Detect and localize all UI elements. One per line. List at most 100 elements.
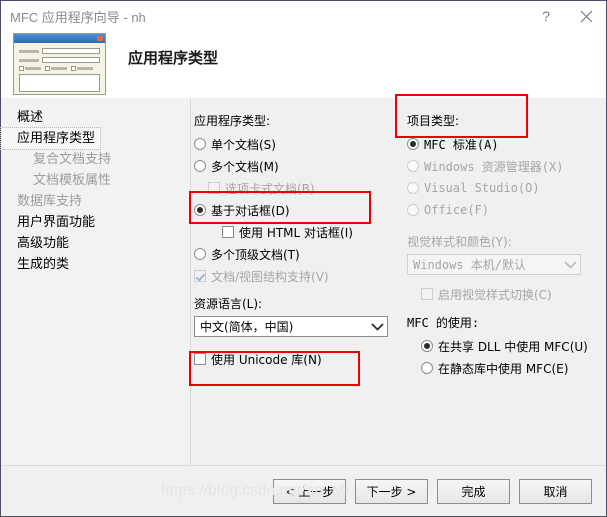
visual-style-dropdown: Windows 本机/默认	[407, 254, 581, 275]
option-label: Office(F)	[424, 203, 490, 217]
title-bar: MFC 应用程序向导 - nh ?	[1, 1, 606, 31]
option-visual-studio: Visual Studio(O)	[407, 177, 606, 199]
sidebar-item-overview[interactable]: 概述	[1, 107, 190, 128]
radio-icon	[407, 204, 419, 216]
application-type-column: 应用程序类型: 单个文档(S) 多个文档(M) 选项卡式文档(B) 基于对话框(…	[189, 98, 401, 465]
option-mfc-shared-dll[interactable]: 在共享 DLL 中使用 MFC(U)	[407, 335, 606, 357]
checkbox-icon[interactable]	[222, 226, 234, 238]
preview-close-icon	[97, 36, 103, 41]
option-label: 选项卡式文档(B)	[225, 181, 315, 196]
checkbox-icon[interactable]	[194, 353, 206, 365]
preview-checkbox-box	[19, 66, 24, 71]
option-enable-style-switching: 启用视觉样式切换(C)	[407, 283, 606, 305]
option-label: 多个顶级文档(T)	[211, 247, 300, 262]
option-label: 多个文档(M)	[211, 159, 279, 174]
wizard-sidebar: 概述 应用程序类型 复合文档支持 文档模板属性 数据库支持 用户界面功能 高级功…	[0, 98, 191, 465]
preview-body	[14, 43, 105, 94]
radio-icon[interactable]	[421, 362, 433, 374]
wizard-content: 应用程序类型: 单个文档(S) 多个文档(M) 选项卡式文档(B) 基于对话框(…	[189, 94, 606, 465]
checkbox-icon	[194, 270, 206, 282]
option-tabbed-documents: 选项卡式文档(B)	[194, 177, 401, 199]
help-icon[interactable]: ?	[526, 1, 566, 31]
chevron-down-icon	[560, 260, 580, 269]
sidebar-item-ui-features[interactable]: 用户界面功能	[1, 212, 190, 233]
option-label: 使用 Unicode 库(N)	[211, 352, 322, 367]
resource-language-dropdown[interactable]: 中文(简体，中国)	[194, 316, 388, 337]
option-dialog-based[interactable]: 基于对话框(D)	[194, 199, 401, 221]
preview-checkbox	[45, 66, 67, 71]
radio-icon[interactable]	[194, 248, 206, 260]
header-band: 应用程序类型	[1, 31, 606, 98]
mfc-use-group-label: MFC 的使用:	[407, 316, 480, 330]
preview-textarea	[19, 74, 100, 92]
preview-input	[42, 57, 100, 63]
option-multiple-documents[interactable]: 多个文档(M)	[194, 155, 401, 177]
preview-checkbox-label	[51, 67, 67, 70]
visual-style-value: Windows 本机/默认	[413, 258, 527, 272]
app-type-group-label: 应用程序类型:	[194, 114, 271, 128]
radio-icon	[407, 160, 419, 172]
sidebar-item-generated-classes[interactable]: 生成的类	[1, 254, 190, 275]
option-multiple-top-level[interactable]: 多个顶级文档(T)	[194, 243, 401, 265]
wizard-footer: https://blog.csdn.net/aa_Mr < 上一步 下一步 > …	[1, 465, 606, 516]
option-label: Visual Studio(O)	[424, 181, 540, 195]
visual-style-label: 视觉样式和颜色(Y):	[407, 235, 512, 249]
sidebar-item-app-type[interactable]: 应用程序类型	[0, 127, 102, 150]
dialog-preview-thumbnail	[13, 33, 106, 95]
title-bar-buttons: ?	[526, 1, 606, 31]
option-label: 单个文档(S)	[211, 137, 276, 152]
option-single-document[interactable]: 单个文档(S)	[194, 133, 401, 155]
preview-field-row	[19, 57, 100, 63]
cancel-button[interactable]: 取消	[519, 478, 592, 504]
preview-checkbox-box	[71, 66, 76, 71]
radio-icon	[407, 182, 419, 194]
project-type-column: 项目类型: MFC 标准(A) Windows 资源管理器(X) Visual …	[395, 94, 606, 465]
preview-checkbox-box	[45, 66, 50, 71]
preview-field-row	[19, 48, 100, 54]
sidebar-item-advanced[interactable]: 高级功能	[1, 233, 190, 254]
preview-checkbox-row	[19, 66, 100, 71]
preview-titlebar	[14, 34, 105, 43]
option-use-html-dialog[interactable]: 使用 HTML 对话框(I)	[194, 221, 401, 243]
close-icon[interactable]	[566, 1, 606, 31]
option-mfc-static-lib[interactable]: 在静态库中使用 MFC(E)	[407, 357, 606, 379]
option-doc-view-support: 文档/视图结构支持(V)	[194, 265, 401, 287]
radio-icon[interactable]	[407, 138, 419, 150]
option-label: 启用视觉样式切换(C)	[438, 287, 552, 302]
option-label: 使用 HTML 对话框(I)	[239, 225, 353, 240]
next-button[interactable]: 下一步 >	[355, 478, 428, 504]
radio-icon[interactable]	[194, 204, 206, 216]
preview-checkbox-label	[77, 67, 93, 70]
close-x-glyph	[580, 10, 592, 22]
preview-label	[19, 49, 39, 53]
option-label: MFC 标准(A)	[424, 137, 499, 152]
project-type-group-label: 项目类型:	[407, 114, 460, 128]
option-label: 在共享 DLL 中使用 MFC(U)	[438, 339, 588, 354]
back-button[interactable]: < 上一步	[273, 478, 346, 504]
option-label: 基于对话框(D)	[211, 203, 290, 218]
resource-language-label: 资源语言(L):	[194, 297, 263, 311]
sidebar-item-doc-template: 文档模板属性	[33, 173, 112, 188]
option-windows-explorer: Windows 资源管理器(X)	[407, 155, 606, 177]
preview-input	[42, 48, 100, 54]
page-title: 应用程序类型	[128, 49, 219, 67]
option-mfc-standard[interactable]: MFC 标准(A)	[407, 133, 606, 155]
wizard-body: 概述 应用程序类型 复合文档支持 文档模板属性 数据库支持 用户界面功能 高级功…	[0, 94, 606, 465]
radio-icon[interactable]	[194, 160, 206, 172]
preview-checkbox-label	[25, 67, 41, 70]
option-office: Office(F)	[407, 199, 606, 221]
radio-icon[interactable]	[194, 138, 206, 150]
finish-button[interactable]: 完成	[437, 478, 510, 504]
option-label: 在静态库中使用 MFC(E)	[438, 361, 569, 376]
sidebar-item-app-type-wrap: 应用程序类型	[0, 127, 190, 150]
option-label: 文档/视图结构支持(V)	[211, 269, 329, 284]
radio-icon[interactable]	[421, 340, 433, 352]
chevron-down-icon[interactable]	[367, 322, 387, 331]
preview-checkbox	[19, 66, 41, 71]
option-label: Windows 资源管理器(X)	[424, 159, 564, 174]
help-glyph: ?	[542, 8, 550, 24]
checkbox-icon	[208, 182, 220, 194]
preview-checkbox	[71, 66, 93, 71]
option-use-unicode-libraries[interactable]: 使用 Unicode 库(N)	[194, 348, 401, 370]
sidebar-item-database: 数据库支持	[17, 194, 83, 209]
